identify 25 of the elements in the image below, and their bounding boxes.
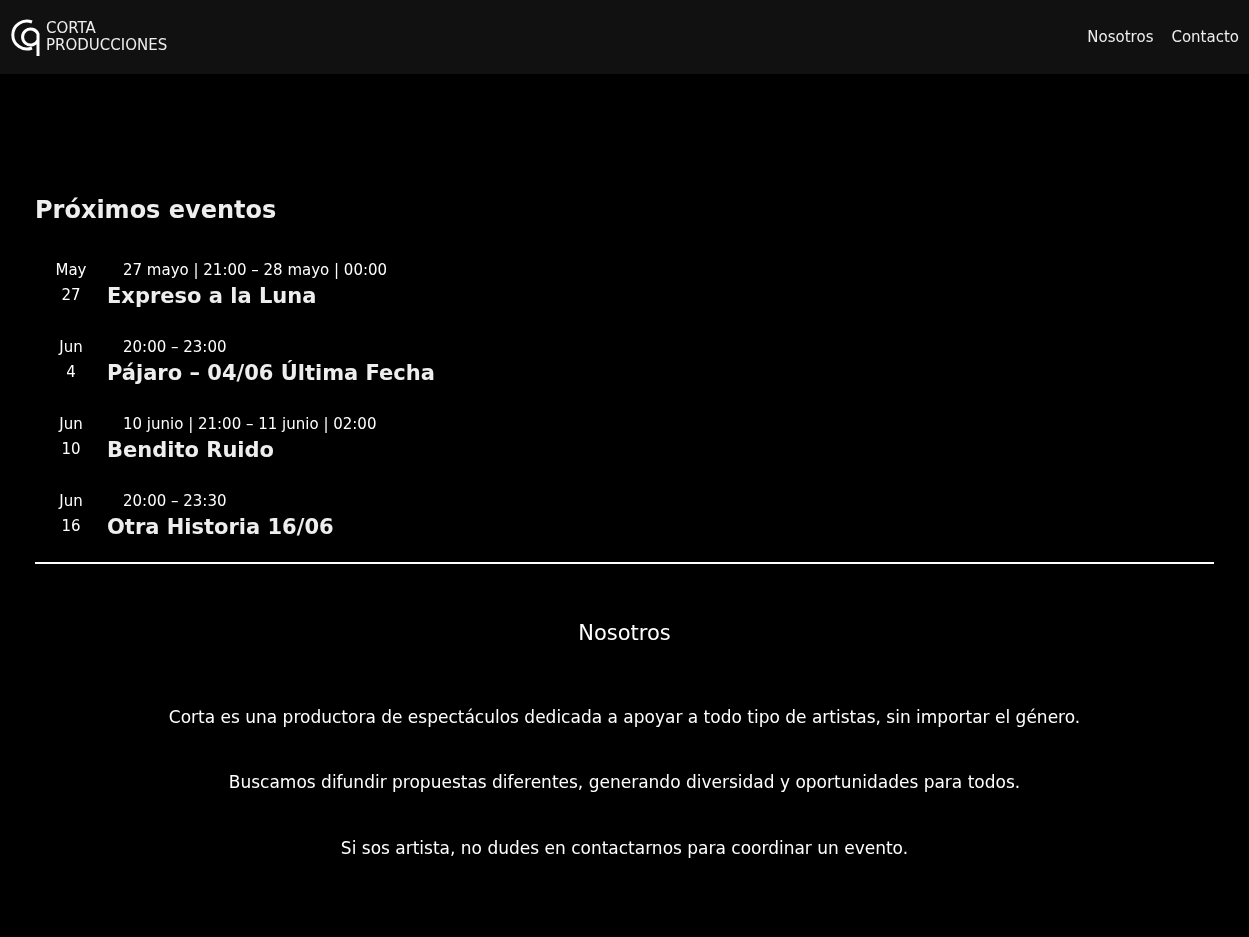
event-month: Jun: [59, 337, 83, 358]
event-title[interactable]: Expreso a la Luna: [107, 283, 388, 309]
event-month: Jun: [59, 414, 83, 435]
event-day: 4: [66, 360, 76, 385]
event-day: 10: [61, 437, 81, 462]
event-time: 10 junio | 21:00 – 11 junio | 02:00: [122, 414, 377, 435]
event-title[interactable]: Pájaro – 04/06 Última Fecha: [107, 360, 435, 386]
event-title[interactable]: Otra Historia 16/06: [107, 514, 334, 540]
event-month: Jun: [59, 491, 83, 512]
event-month: May: [55, 260, 87, 281]
event-day: 16: [61, 514, 81, 539]
nav-link[interactable]: Contacto: [1171, 25, 1239, 49]
about-paragraph: Buscamos difundir propuestas diferentes, generando diversidad y oportunidades para todos.: [228, 771, 1021, 794]
event-title[interactable]: Bendito Ruido: [107, 437, 377, 463]
event-time: 20:00 – 23:30: [122, 491, 228, 512]
event-time: 20:00 – 23:00: [122, 337, 228, 358]
logo-text: CORTA: [46, 20, 97, 37]
nav-link[interactable]: Nosotros: [1087, 25, 1154, 49]
about-paragraph: Si sos artista, no dudes en contactarnos para coordinar un evento.: [340, 836, 909, 860]
about-paragraph: Corta es una productora de espectáculos dedicada a apoyar a todo tipo de artistas, sin importar el género.: [168, 705, 1081, 729]
section-heading: Próximos eventos: [35, 195, 278, 226]
section-heading: Nosotros: [577, 620, 672, 647]
event-time: 27 mayo | 21:00 – 28 mayo | 00:00: [122, 260, 388, 281]
logo-text: PRODUCCIONES: [46, 37, 168, 54]
event-day: 27: [61, 283, 81, 308]
